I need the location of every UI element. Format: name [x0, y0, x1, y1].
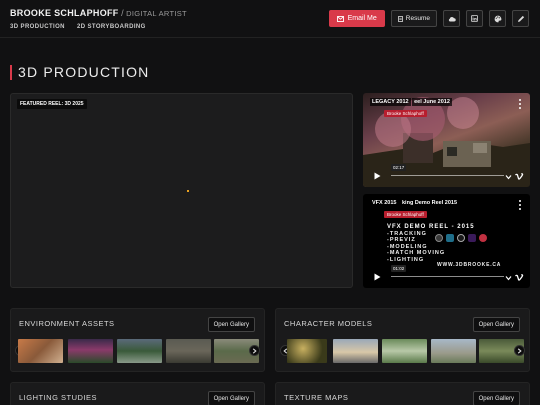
gallery-thumbnail[interactable] — [333, 339, 378, 363]
video-title: LEGACY 2012 eel June 2012 — [370, 98, 452, 106]
carousel-next-button[interactable] — [249, 345, 260, 356]
section-title-text: 3D PRODUCTION — [18, 64, 150, 80]
resume-label: Resume — [405, 15, 430, 22]
maya-logo-icon — [435, 234, 443, 242]
nuke-logo-icon — [446, 234, 454, 242]
email-me-button[interactable]: Email Me — [328, 10, 385, 27]
overlay-heading: VFX DEMO REEL - 2015 — [387, 224, 475, 230]
gallery-thumbnail[interactable] — [431, 339, 476, 363]
gallery-card-character-models: CHARACTER MODELS Open Gallery — [275, 308, 530, 372]
chevron-down-icon[interactable] — [505, 174, 512, 180]
video-byline[interactable]: Brooke Schlaphoff — [384, 110, 427, 117]
gallery-title: LIGHTING STUDIES — [19, 393, 98, 402]
vray-logo-icon — [457, 234, 465, 242]
gallery-thumbnail[interactable] — [382, 339, 427, 363]
resume-button[interactable]: Resume — [390, 10, 437, 27]
video-tag: VFX 2015 — [370, 199, 399, 207]
nav-2d-storyboarding[interactable]: 2D STORYBOARDING — [77, 24, 146, 30]
vimeo-icon[interactable] — [515, 173, 524, 180]
pencil-button[interactable] — [512, 10, 529, 27]
gallery-title: ENVIRONMENT ASSETS — [19, 319, 115, 328]
video-title-text: eel June 2012 — [412, 98, 452, 106]
video-progress-bar[interactable] — [391, 175, 504, 176]
video-overlay-text: VFX DEMO REEL - 2015 -TRACKING -PREVIZ -… — [387, 224, 475, 263]
video-menu-button[interactable] — [516, 99, 524, 109]
open-gallery-button[interactable]: Open Gallery — [472, 317, 520, 332]
section-title: 3D PRODUCTION — [10, 64, 150, 80]
pencil-icon — [517, 15, 524, 22]
gallery-thumbnail[interactable] — [117, 339, 162, 363]
video-controls — [505, 274, 524, 281]
play-button[interactable] — [371, 170, 383, 182]
header-actions: Email Me Resume — [328, 10, 529, 27]
play-button[interactable] — [371, 271, 383, 283]
gallery-title: TEXTURE MAPS — [284, 393, 349, 402]
carousel-next-button[interactable] — [514, 345, 525, 356]
vimeo-icon[interactable] — [515, 274, 524, 281]
video-progress-bar[interactable] — [391, 276, 504, 277]
featured-reel-player[interactable]: FEATURED REEL: 3D 2025 — [10, 93, 353, 288]
nav-3d-production[interactable]: 3D PRODUCTION — [10, 24, 65, 30]
overlay-url: WWW.3DBROOKE.CA — [437, 262, 502, 268]
brand-separator: / — [121, 8, 124, 18]
video-menu-button[interactable] — [516, 200, 524, 210]
site-header: BROOKE SCHLAPHOFF / DIGITAL ARTIST 3D PR… — [0, 0, 540, 38]
gallery-thumbnail[interactable] — [287, 339, 327, 363]
chevron-down-icon[interactable] — [505, 275, 512, 281]
video-title-text: king Demo Reel 2015 — [400, 199, 460, 207]
cloud-icon — [448, 16, 456, 21]
gallery-thumbnail[interactable] — [18, 339, 63, 363]
play-icon — [374, 172, 380, 180]
loading-indicator — [187, 190, 189, 192]
video-byline[interactable]: Brooke Schlaphoff — [384, 211, 427, 218]
brand[interactable]: BROOKE SCHLAPHOFF / DIGITAL ARTIST — [10, 8, 187, 18]
brand-role: DIGITAL ARTIST — [126, 9, 187, 18]
video-card-vfx-2015[interactable]: VFX 2015 king Demo Reel 2015 Brooke Schl… — [363, 194, 530, 288]
featured-reel-label: FEATURED REEL: 3D 2025 — [17, 99, 87, 109]
linkedin-button[interactable] — [466, 10, 483, 27]
mudbox-logo-icon — [479, 234, 487, 242]
open-gallery-button[interactable]: Open Gallery — [207, 317, 255, 332]
linkedin-icon — [471, 15, 478, 22]
premiere-logo-icon — [468, 234, 476, 242]
gallery-thumbnail[interactable] — [166, 339, 211, 363]
palette-button[interactable] — [489, 10, 506, 27]
video-card-legacy-2012[interactable]: LEGACY 2012 eel June 2012 Brooke Schlaph… — [363, 93, 530, 187]
video-title: VFX 2015 king Demo Reel 2015 — [370, 199, 460, 207]
mail-icon — [336, 15, 344, 22]
software-logos — [435, 234, 487, 242]
palette-icon — [494, 15, 501, 22]
document-icon — [397, 15, 403, 22]
video-controls — [505, 173, 524, 180]
gallery-card-texture-maps: TEXTURE MAPS Open Gallery — [275, 382, 530, 405]
chevron-right-icon — [517, 347, 522, 354]
section-accent-bar — [10, 64, 12, 80]
cloud-button[interactable] — [443, 10, 460, 27]
email-me-label: Email Me — [347, 15, 377, 22]
open-gallery-button[interactable]: Open Gallery — [207, 391, 255, 405]
play-icon — [374, 273, 380, 281]
gallery-title: CHARACTER MODELS — [284, 319, 373, 328]
video-timestamp: 01:02 — [391, 265, 407, 272]
gallery-card-lighting-studies: LIGHTING STUDIES Open Gallery — [10, 382, 265, 405]
gallery-card-environment-assets: ENVIRONMENT ASSETS Open Gallery — [10, 308, 265, 372]
video-tag: LEGACY 2012 — [370, 98, 411, 106]
gallery-thumbnail[interactable] — [68, 339, 113, 363]
open-gallery-button[interactable]: Open Gallery — [472, 391, 520, 405]
video-timestamp: 02:17 — [391, 164, 407, 171]
main-nav: 3D PRODUCTION 2D STORYBOARDING — [10, 24, 156, 30]
chevron-right-icon — [252, 347, 257, 354]
brand-name: BROOKE SCHLAPHOFF — [10, 8, 119, 18]
